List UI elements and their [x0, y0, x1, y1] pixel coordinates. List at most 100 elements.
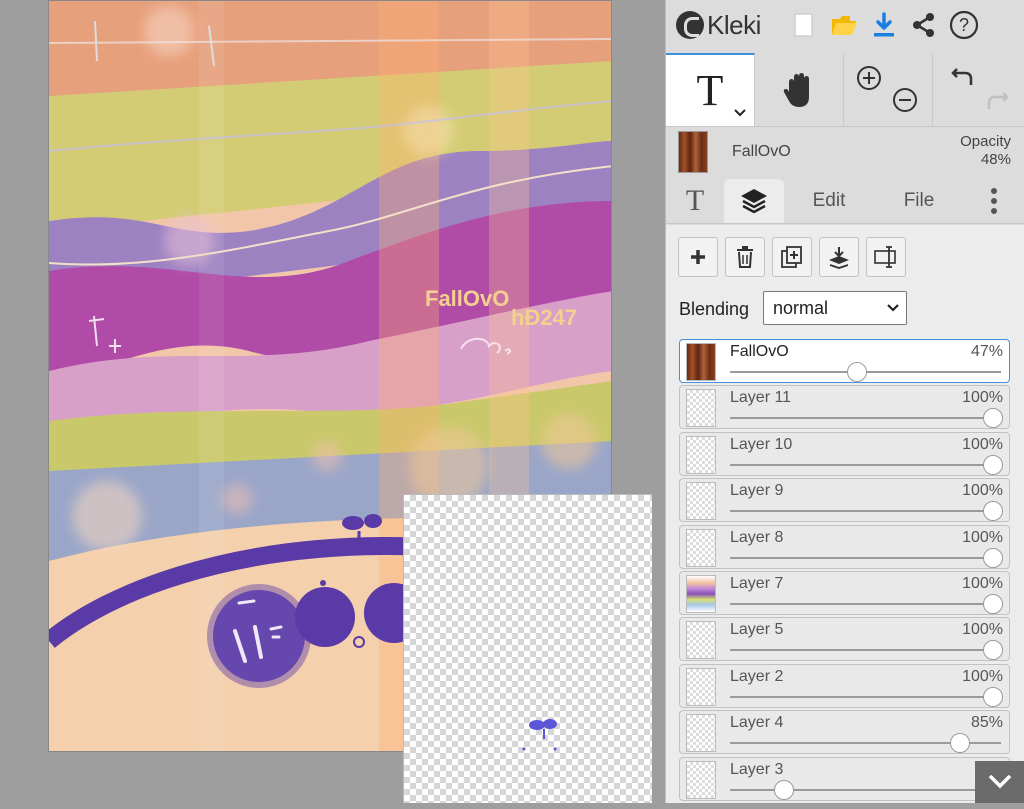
opacity-slider-handle[interactable] — [950, 733, 971, 754]
layer-name: Layer 9 — [730, 482, 784, 500]
layer-opacity: 100% — [962, 482, 1003, 500]
layer-row[interactable]: Layer 32 — [679, 756, 1010, 801]
layer-row[interactable]: Layer 8 100% — [679, 524, 1010, 569]
merge-down-icon — [829, 247, 849, 269]
layer-row[interactable]: Layer 11 100% — [679, 385, 1010, 430]
opacity-label: Opacity — [960, 133, 1011, 150]
layer-opacity: 100% — [962, 574, 1003, 592]
layer-opacity: 100% — [962, 389, 1003, 407]
chevron-down-icon[interactable] — [734, 104, 746, 120]
opacity-slider-track[interactable] — [730, 695, 1001, 698]
layer-name: FallOvO — [730, 343, 789, 360]
blending-label: Blending — [679, 299, 750, 319]
kleki-logo-icon — [676, 11, 704, 39]
panel-tabs: T Edit File — [666, 178, 1024, 224]
add-layer-button[interactable] — [678, 237, 718, 277]
layer-thumbnail — [686, 760, 716, 799]
top-toolbar: Kleki ? — [666, 0, 1024, 50]
more-menu-button[interactable] — [964, 179, 1024, 223]
layer-thumbnail — [686, 343, 716, 381]
history-controls — [933, 53, 1022, 126]
text-tool-button[interactable]: T — [666, 53, 755, 126]
opacity-slider-track[interactable] — [730, 510, 1001, 513]
app-name: Kleki — [707, 9, 761, 40]
layer-name: Layer 11 — [730, 389, 792, 407]
opacity-slider-track[interactable] — [730, 649, 1001, 652]
blending-select[interactable]: normal — [763, 291, 907, 325]
add-layer-icon — [691, 250, 705, 264]
kleki-logo[interactable]: Kleki — [676, 10, 784, 41]
undo-icon[interactable] — [949, 63, 977, 96]
duplicate-layer-button[interactable] — [772, 237, 812, 277]
layer-row[interactable]: Layer 10 100% — [679, 431, 1010, 476]
opacity-slider-handle[interactable] — [983, 686, 1003, 707]
hand-tool-button[interactable] — [755, 53, 844, 126]
opacity-slider-handle[interactable] — [983, 547, 1003, 568]
zoom-out-icon[interactable] — [892, 87, 918, 118]
tab-edit[interactable]: Edit — [784, 179, 874, 223]
rename-layer-button[interactable] — [866, 237, 906, 277]
layer-opacity: 85% — [970, 714, 1003, 732]
opacity-slider-handle[interactable] — [983, 640, 1003, 661]
opacity-value: 48% — [980, 151, 1011, 168]
layer-thumbnail — [686, 389, 716, 428]
layer-thumbnail — [686, 435, 716, 474]
layer-name: Layer 7 — [730, 574, 784, 592]
collapse-panel-button[interactable] — [975, 761, 1024, 803]
opacity-slider-track[interactable] — [730, 463, 1001, 466]
layer-row[interactable]: Layer 7 100% — [679, 570, 1010, 615]
canvas-workspace[interactable]: FallOvO hÐ247 — [0, 0, 665, 803]
layer-row[interactable]: Layer 4 85% — [679, 710, 1010, 755]
help-icon[interactable]: ? — [944, 5, 984, 45]
layer-thumbnail — [686, 667, 716, 706]
opacity-slider-track[interactable] — [730, 602, 1001, 605]
layers-icon — [741, 189, 767, 214]
merge-down-button[interactable] — [819, 237, 859, 277]
opacity-slider-handle[interactable] — [983, 408, 1003, 429]
artwork-text-2: hÐ247 — [511, 305, 577, 330]
current-layer-thumbnail — [678, 131, 708, 173]
tool-row: T — [666, 53, 1024, 126]
layer-actions — [678, 237, 906, 277]
blending-value: normal — [773, 297, 829, 318]
layer-list: FallOvO 47% Layer 11 100% Layer 10 100% Layer … — [679, 339, 1010, 803]
opacity-slider-handle[interactable] — [983, 454, 1003, 475]
opacity-slider-track[interactable] — [730, 556, 1001, 559]
layer-name: Layer 5 — [730, 621, 784, 639]
delete-layer-button[interactable] — [725, 237, 765, 277]
hand-icon — [783, 72, 809, 107]
layer-opacity: 100% — [962, 621, 1003, 639]
open-folder-icon[interactable] — [824, 5, 864, 45]
layer-opacity: 47% — [970, 343, 1003, 360]
opacity-slider-track[interactable] — [730, 788, 1001, 791]
share-icon[interactable] — [904, 5, 944, 45]
layer-preview-overlay — [403, 494, 652, 803]
chevron-down-icon — [886, 299, 900, 320]
opacity-slider-track[interactable] — [730, 417, 1001, 420]
opacity-slider-handle[interactable] — [983, 501, 1003, 522]
opacity-slider-handle[interactable] — [774, 779, 795, 800]
opacity-slider-handle[interactable] — [847, 362, 868, 382]
layer-row[interactable]: Layer 9 100% — [679, 478, 1010, 523]
layer-thumbnail — [686, 482, 716, 521]
chevron-down-icon — [988, 774, 1011, 789]
download-icon[interactable] — [864, 5, 904, 45]
layer-row[interactable]: Layer 5 100% — [679, 617, 1010, 662]
svg-text:?: ? — [959, 15, 969, 35]
tab-file[interactable]: File — [874, 179, 964, 223]
layer-name: Layer 3 — [730, 760, 784, 778]
new-file-icon[interactable] — [784, 5, 824, 45]
layer-row[interactable]: Layer 2 100% — [679, 663, 1010, 708]
layer-name: Layer 2 — [730, 667, 784, 685]
layer-thumbnail — [686, 714, 716, 753]
zoom-controls — [844, 53, 933, 126]
layer-name: Layer 10 — [730, 435, 793, 453]
redo-icon[interactable] — [983, 87, 1011, 120]
layer-row[interactable]: FallOvO 47% — [679, 339, 1010, 383]
opacity-slider-handle[interactable] — [983, 593, 1003, 614]
tab-layers[interactable] — [724, 179, 784, 223]
layer-opacity: 100% — [962, 435, 1003, 453]
zoom-in-icon[interactable] — [856, 65, 882, 96]
layer-name: Layer 4 — [730, 714, 784, 732]
tab-text[interactable]: T — [666, 179, 724, 223]
